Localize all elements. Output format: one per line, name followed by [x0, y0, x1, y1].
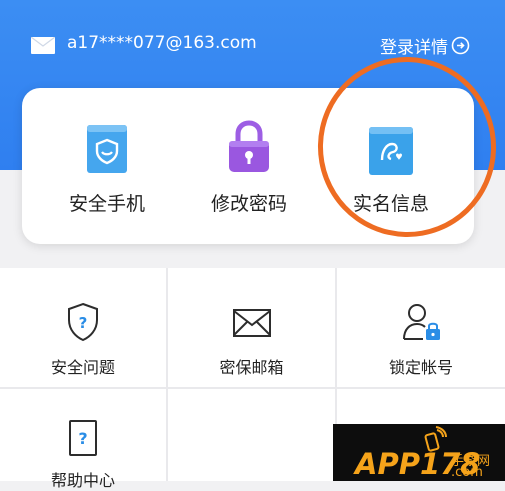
- app178-watermark: APP178 手游网 .com: [333, 424, 505, 481]
- watermark-com: .com: [451, 465, 483, 480]
- account-email: a17****077@163.com: [67, 33, 257, 53]
- secure-phone-button[interactable]: 安全手机: [32, 88, 182, 244]
- help-doc-icon: ?: [68, 419, 98, 461]
- envelope-icon: [232, 308, 272, 342]
- user-lock-icon: [401, 302, 441, 346]
- svg-text:?: ?: [79, 314, 88, 332]
- secure-email-button[interactable]: 密保邮箱: [168, 268, 335, 387]
- svg-text:?: ?: [78, 429, 87, 448]
- lock-account-button[interactable]: 锁定帐号: [337, 268, 505, 387]
- lock-account-label: 锁定帐号: [388, 358, 453, 377]
- mail-icon: [31, 37, 55, 54]
- help-center-label: 帮助中心: [50, 471, 115, 490]
- empty-cell: [168, 389, 335, 481]
- lock-icon: [226, 120, 272, 178]
- login-detail-label: 登录详情: [380, 38, 448, 58]
- change-password-label: 修改密码: [210, 193, 287, 215]
- security-question-label: 安全问题: [50, 358, 115, 377]
- help-center-button[interactable]: ? 帮助中心: [0, 389, 166, 490]
- secure-email-label: 密保邮箱: [219, 358, 284, 377]
- shield-phone-icon: [86, 124, 128, 178]
- arrow-right-circle-icon: [451, 36, 470, 55]
- login-detail-link[interactable]: 登录详情: [380, 33, 470, 58]
- secure-phone-label: 安全手机: [68, 193, 145, 215]
- question-shield-icon: ?: [66, 302, 100, 346]
- change-password-button[interactable]: 修改密码: [174, 88, 324, 244]
- security-question-button[interactable]: ? 安全问题: [0, 268, 166, 387]
